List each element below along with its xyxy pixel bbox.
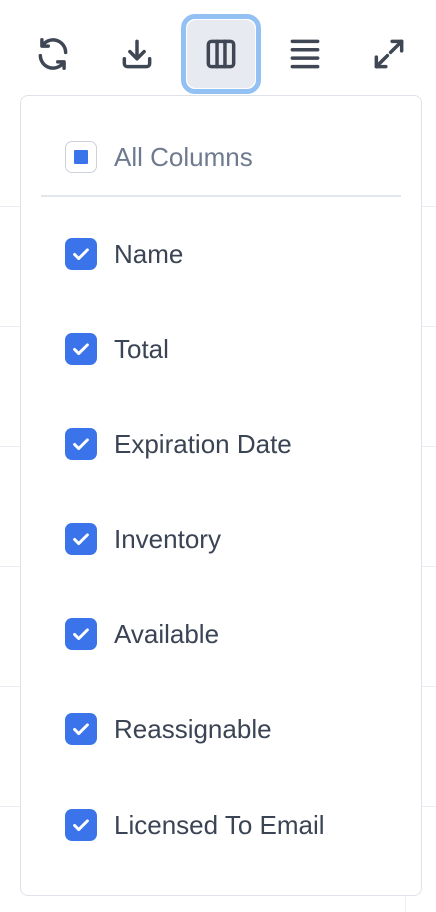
column-option-label: Licensed To Email (114, 809, 325, 840)
fullscreen-button[interactable] (349, 14, 429, 94)
column-checkbox[interactable] (65, 809, 97, 841)
column-option-label: Name (114, 238, 184, 269)
all-columns-checkbox[interactable] (65, 141, 97, 173)
checkmark-icon (73, 819, 89, 832)
column-checkbox[interactable] (65, 238, 97, 270)
column-option-label: Available (114, 618, 220, 649)
column-option-label: Inventory (114, 523, 221, 554)
download-button[interactable] (97, 14, 177, 94)
checkmark-icon (73, 248, 89, 261)
column-option-label: Reassignable (114, 713, 272, 744)
column-checkbox[interactable] (65, 333, 97, 365)
table-toolbar (0, 12, 436, 96)
column-option-total[interactable]: Total (65, 329, 169, 369)
refresh-icon (38, 38, 68, 70)
checkmark-icon (73, 343, 89, 356)
indeterminate-mark-icon (74, 150, 88, 164)
all-columns-option[interactable]: All Columns (65, 137, 253, 177)
column-checkbox[interactable] (65, 713, 97, 745)
column-checkbox[interactable] (65, 428, 97, 460)
columns-button[interactable] (181, 14, 261, 94)
checkmark-icon (73, 438, 89, 451)
checkmark-icon (73, 533, 89, 546)
column-option-expiration-date[interactable]: Expiration Date (65, 424, 292, 464)
checkmark-icon (73, 628, 89, 641)
expand-icon (374, 39, 404, 69)
column-visibility-menu: All Columns Name Total Expiration Date I… (20, 95, 422, 896)
column-checkbox[interactable] (65, 523, 97, 555)
all-columns-label: All Columns (114, 141, 253, 172)
column-option-licensed-to-email[interactable]: Licensed To Email (65, 805, 325, 845)
rows-icon (290, 39, 320, 69)
column-option-label: Expiration Date (114, 428, 292, 459)
column-option-label: Total (114, 333, 169, 364)
menu-divider (41, 195, 401, 197)
column-option-available[interactable]: Available (65, 614, 219, 654)
density-button[interactable] (265, 14, 345, 94)
columns-icon (206, 39, 236, 69)
column-checkbox[interactable] (65, 618, 97, 650)
columns-button-surface (187, 20, 255, 88)
refresh-button[interactable] (13, 14, 93, 94)
column-option-name[interactable]: Name (65, 234, 183, 274)
column-option-reassignable[interactable]: Reassignable (65, 709, 272, 749)
column-option-inventory[interactable]: Inventory (65, 519, 221, 559)
checkmark-icon (73, 723, 89, 736)
download-icon (122, 39, 152, 69)
